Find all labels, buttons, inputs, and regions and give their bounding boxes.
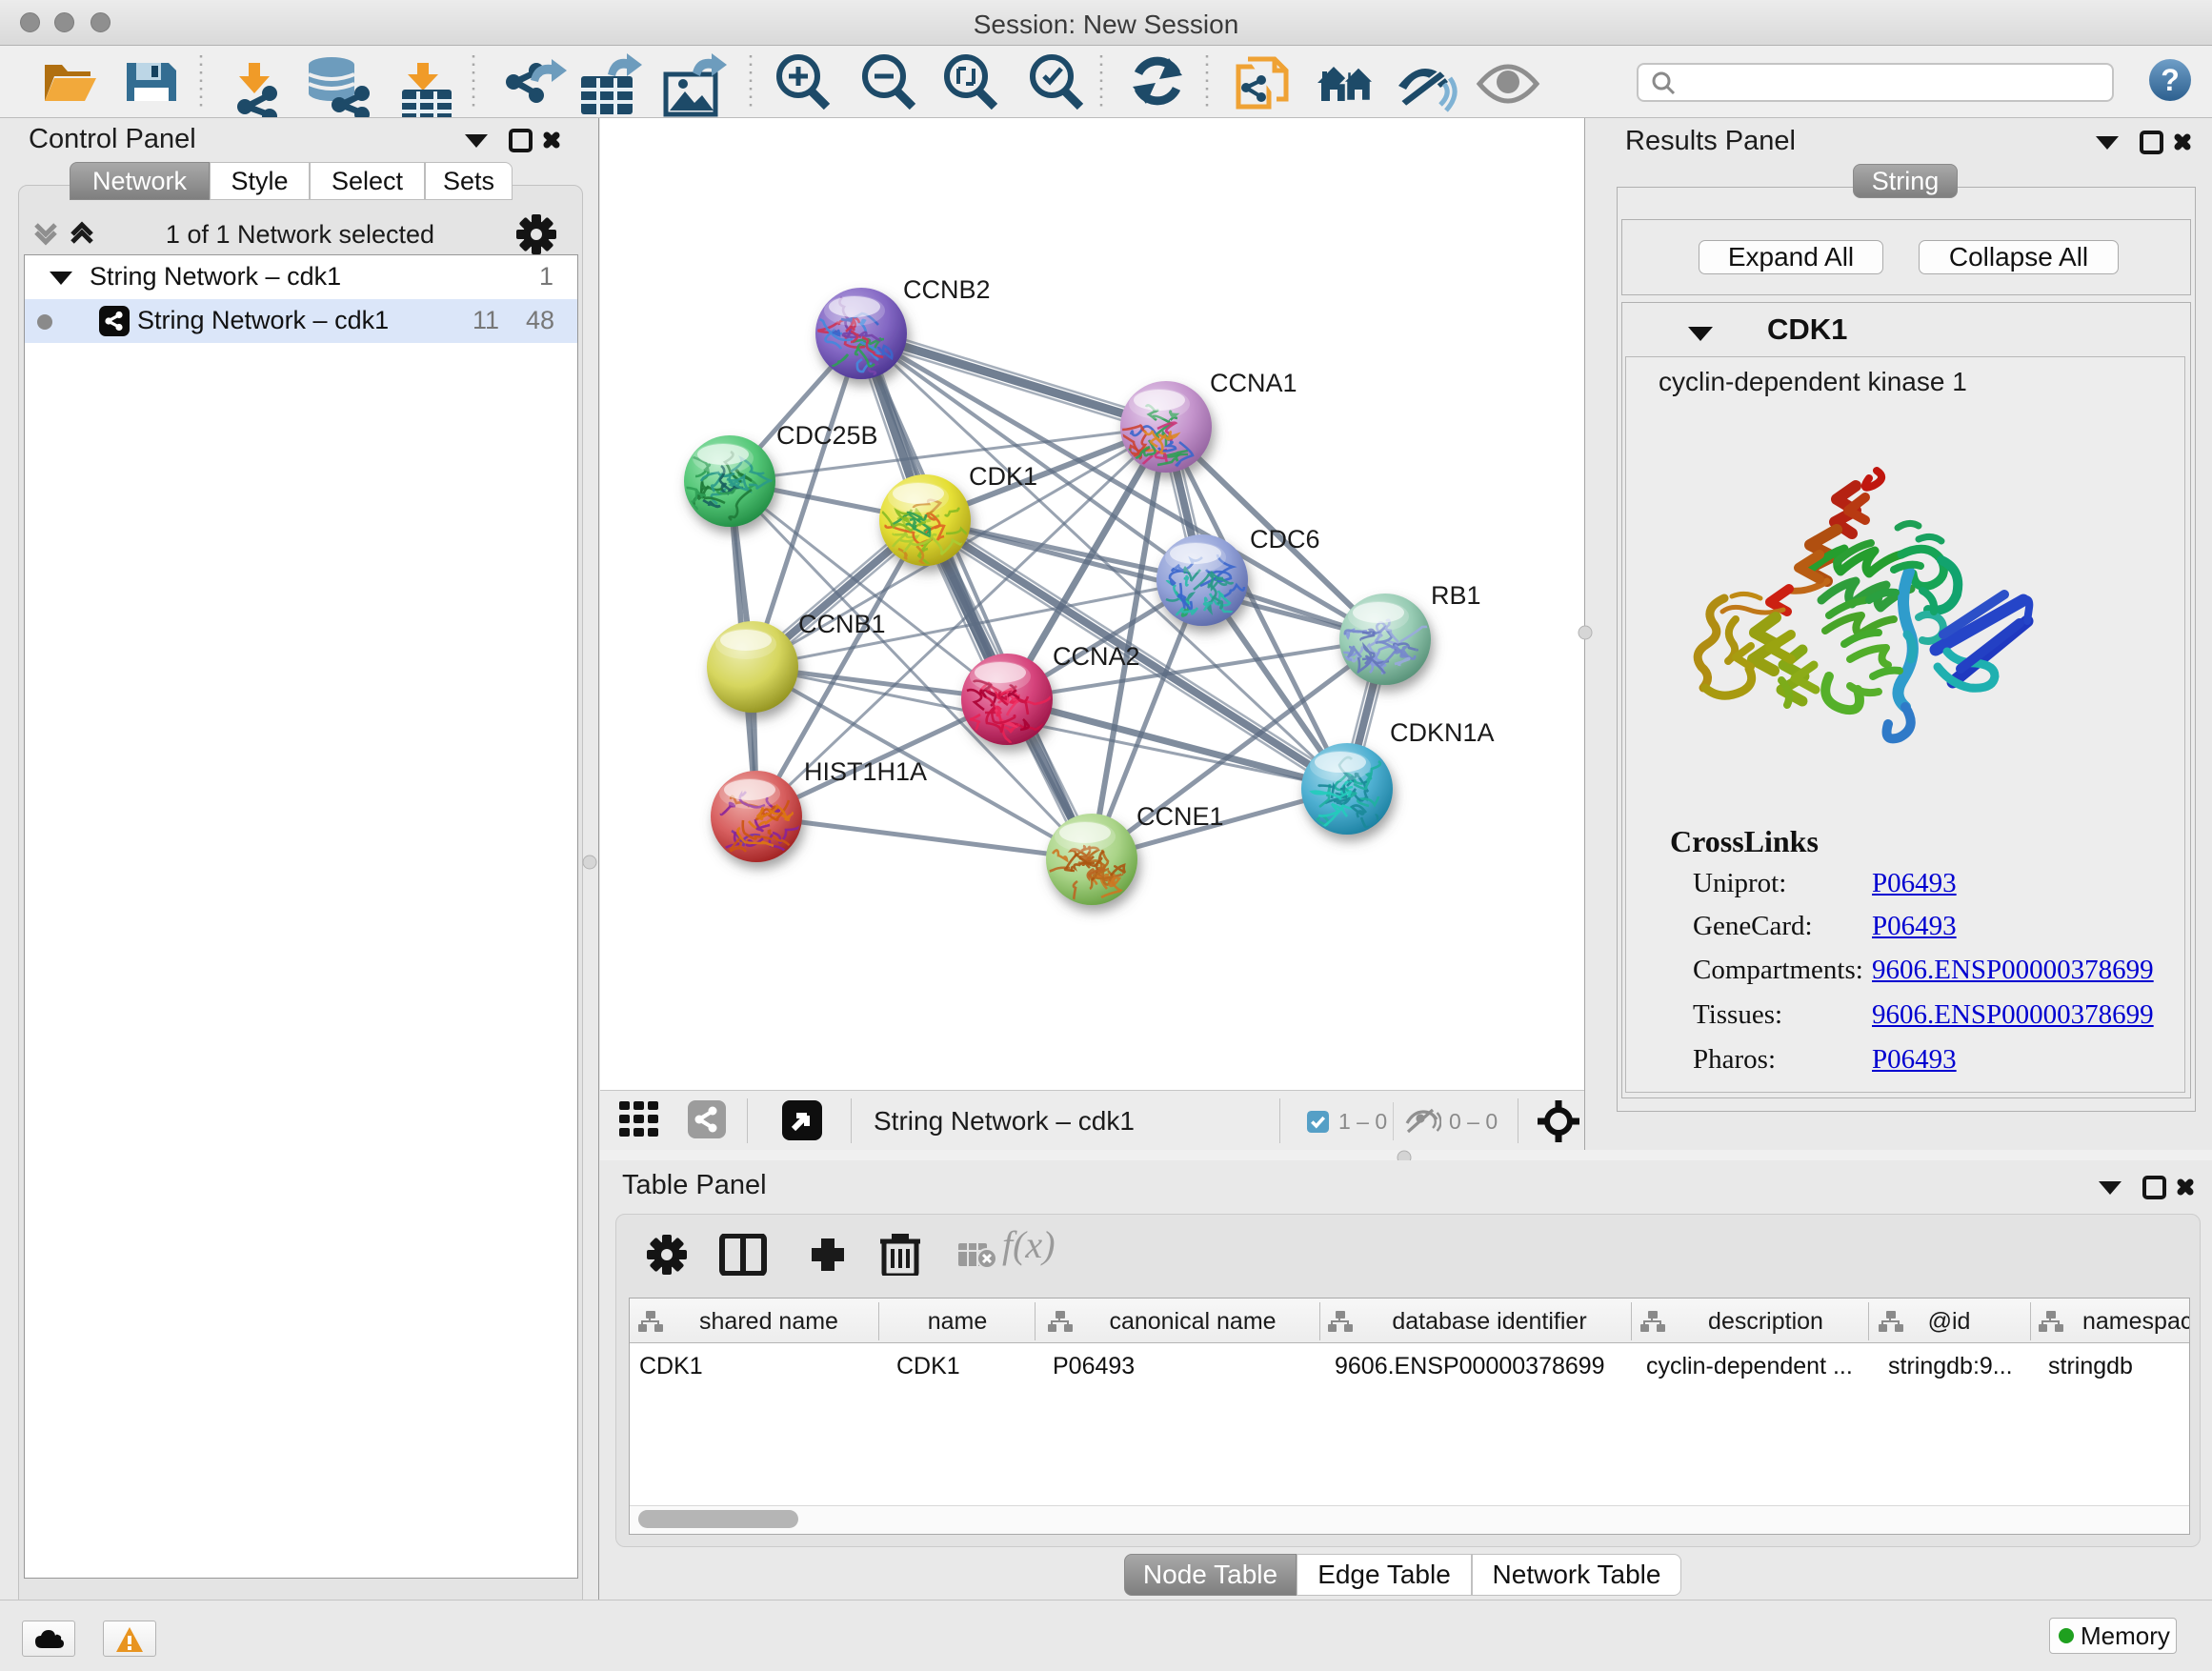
svg-text:CCNA2: CCNA2 xyxy=(1053,642,1140,671)
svg-text:CCNE1: CCNE1 xyxy=(1136,802,1224,831)
svg-text:CDK1: CDK1 xyxy=(969,462,1037,491)
svg-text:CCNA1: CCNA1 xyxy=(1210,369,1297,397)
svg-text:HIST1H1A: HIST1H1A xyxy=(804,757,927,786)
svg-text:CCNB1: CCNB1 xyxy=(798,610,886,638)
svg-text:CCNB2: CCNB2 xyxy=(903,275,991,304)
svg-text:CDKN1A: CDKN1A xyxy=(1390,718,1495,747)
svg-text:CDC25B: CDC25B xyxy=(776,421,878,450)
svg-text:CDC6: CDC6 xyxy=(1250,525,1320,554)
svg-text:RB1: RB1 xyxy=(1431,581,1481,610)
svg-text:?: ? xyxy=(2161,63,2180,97)
